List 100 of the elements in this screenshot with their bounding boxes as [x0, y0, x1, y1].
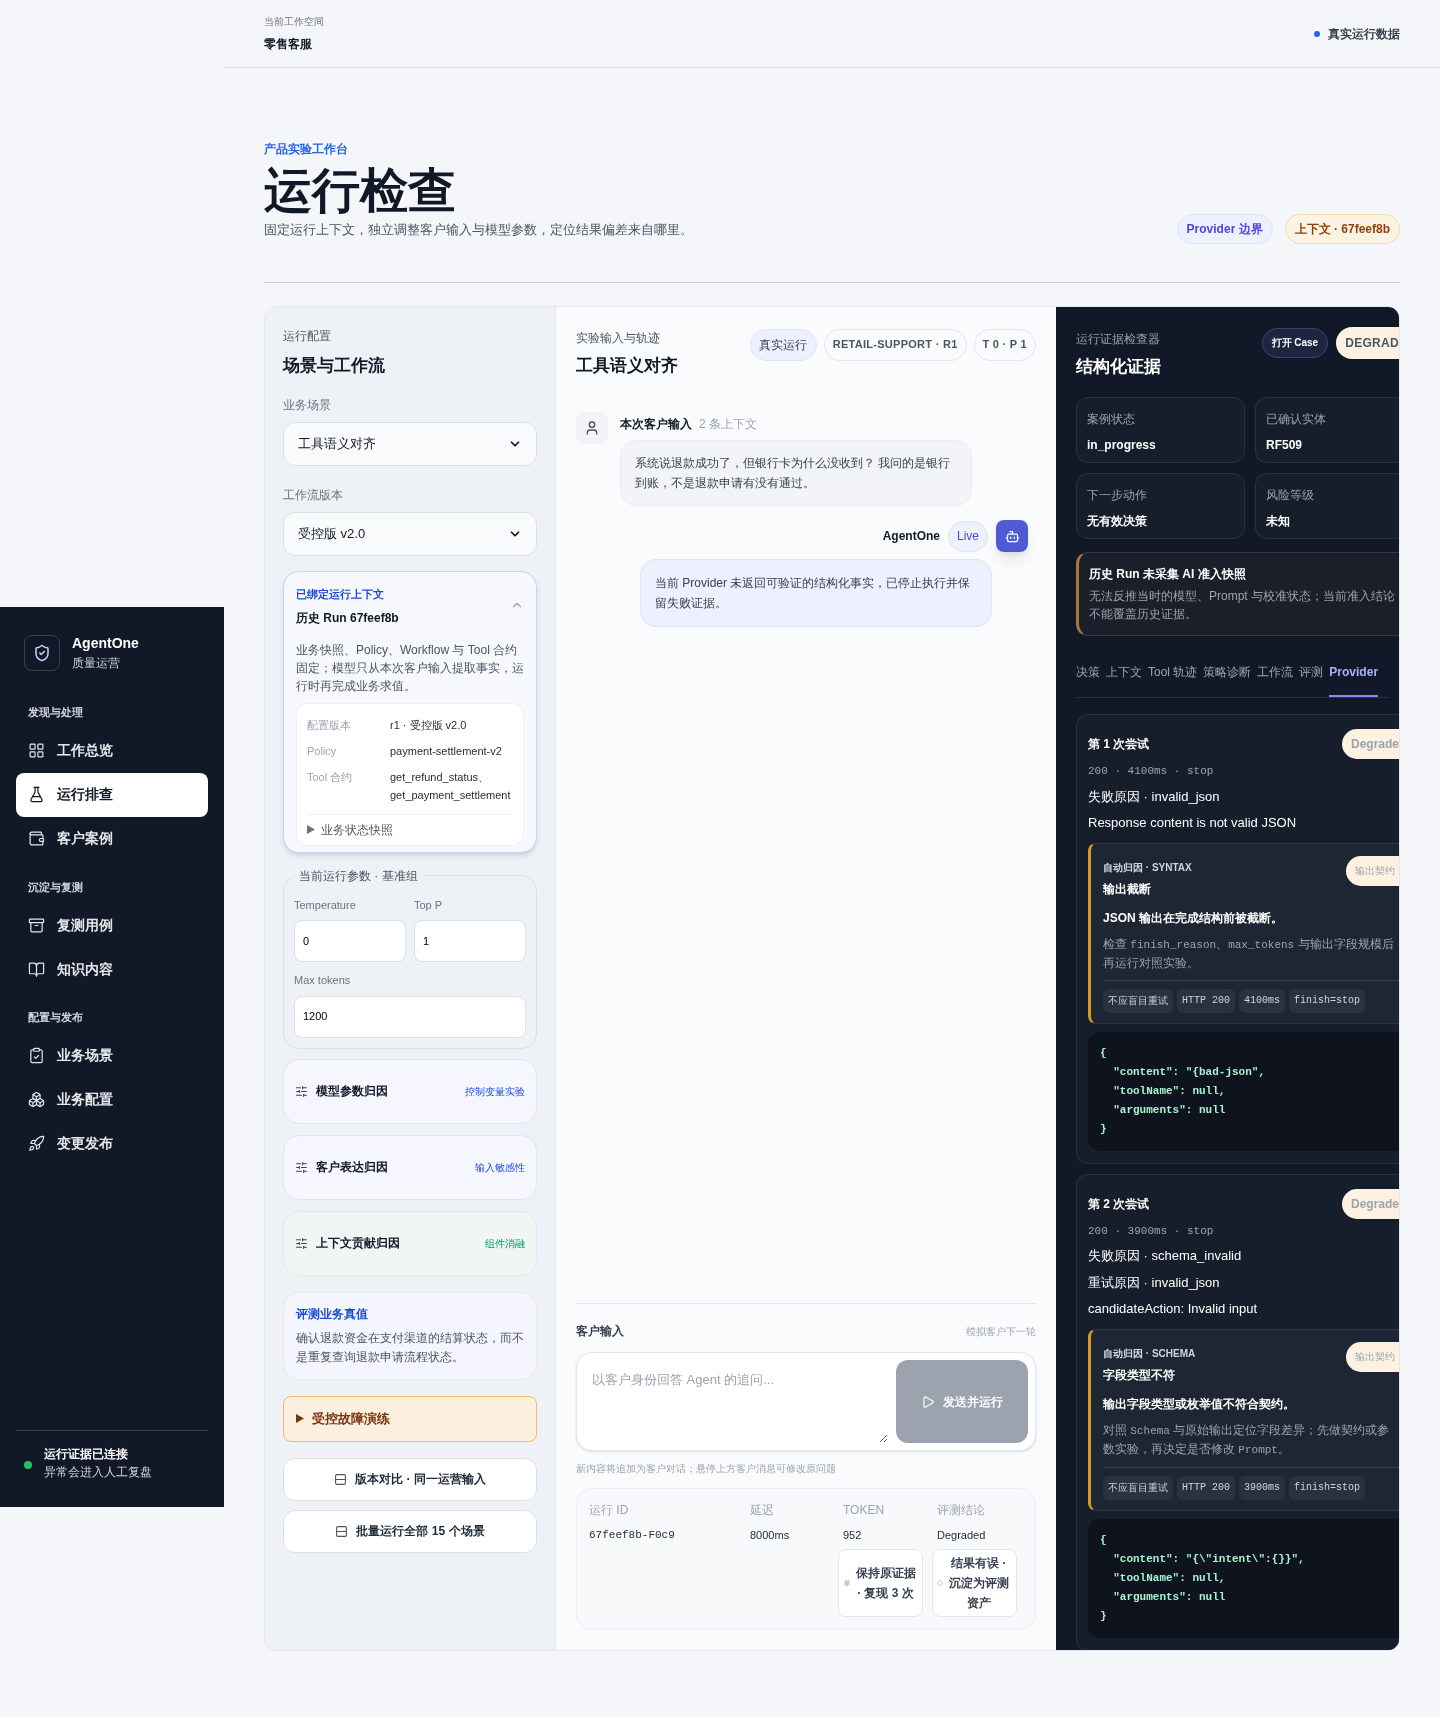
diagnosis-detail: 检查 finish_reason、max_tokens 与输出字段规模后再运行对照实验。	[1103, 935, 1395, 972]
diagnosis-title: 字段类型不符	[1103, 1366, 1176, 1384]
grid-icon	[28, 742, 45, 759]
boxes-icon	[28, 1091, 45, 1108]
nav-item[interactable]: 运行排查	[16, 772, 208, 817]
attribution-title: 上下文贡献归因	[316, 1235, 400, 1252]
nav-item[interactable]: 变更发布	[16, 1121, 208, 1166]
attribution-link[interactable]: 控制变量实验	[465, 1083, 525, 1099]
tab[interactable]: 评测	[1299, 663, 1324, 697]
attribution-card[interactable]: 模型参数归因 控制变量实验	[283, 1058, 537, 1124]
chip: 3900ms	[1239, 1475, 1286, 1500]
nav-item[interactable]: 业务场景	[16, 1033, 208, 1078]
tab[interactable]: 决策	[1076, 663, 1100, 697]
action-button[interactable]: 版本对比 · 同一运营输入	[283, 1457, 537, 1501]
warning-title: 历史 Run 未采集 AI 准入快照	[1089, 566, 1247, 583]
chip: HTTP 200	[1177, 988, 1235, 1013]
flask-icon	[28, 786, 45, 803]
stat-value: Degraded	[937, 1528, 987, 1543]
chip: 4100ms	[1239, 988, 1286, 1013]
rows-icon	[334, 1472, 348, 1486]
nav-item[interactable]: 知识内容	[16, 947, 208, 991]
stat-value: 8000ms	[750, 1528, 791, 1543]
attempt-line: candidateAction: Invalid input	[1088, 1300, 1259, 1318]
status-badge: Degrade	[1341, 1188, 1399, 1219]
play-icon	[921, 1394, 935, 1409]
attribution-link[interactable]: 输入敏感性	[475, 1159, 525, 1175]
select-field[interactable]: 工具语义对齐	[283, 422, 537, 466]
detail-label: Policy	[307, 743, 338, 759]
rocket-icon	[28, 1135, 45, 1152]
tab[interactable]: 策略诊断	[1203, 663, 1252, 697]
nav-item[interactable]: 复测用例	[16, 903, 208, 947]
sliders-icon	[295, 1084, 308, 1098]
action-button[interactable]: 批量运行全部 15 个场景	[283, 1509, 537, 1553]
sliders-icon	[295, 1236, 308, 1250]
attempt-title: 第 2 次尝试	[1088, 1195, 1150, 1213]
panel-eyebrow: 运行配置	[283, 327, 332, 345]
sender-name: AgentOne	[882, 528, 940, 545]
stat-label: 延迟	[750, 1502, 775, 1519]
tab[interactable]: 上下文	[1106, 663, 1142, 697]
field-label: Temperature	[294, 897, 357, 913]
evidence-button[interactable]: 保持原证据 · 复现 3 次	[838, 1548, 923, 1617]
attempt-title: 第 1 次尝试	[1088, 736, 1150, 753]
section-label: 沉淀与复测	[27, 879, 84, 895]
fact-value: 无有效决策	[1087, 513, 1148, 530]
composer-label: 客户输入	[576, 1323, 624, 1340]
tab[interactable]: 工作流	[1257, 663, 1294, 697]
diagnosis-summary: 输出字段类型或枚举值不符合契约。	[1103, 1395, 1296, 1413]
drill-toggle[interactable]: 受控故障演练	[283, 1395, 537, 1442]
chip: 不应盲目重试	[1103, 988, 1173, 1013]
detail-label: Tool 合约	[307, 769, 354, 785]
detail-value: r1 · 受控版 v2.0	[390, 717, 467, 733]
contract-badge: 输出契约	[1346, 855, 1399, 886]
stat-label: 评测结论	[937, 1502, 986, 1519]
contract-badge: 输出契约	[1346, 1341, 1399, 1372]
snapshot-toggle[interactable]: 业务状态快照	[307, 813, 513, 839]
input-field[interactable]: 0	[294, 920, 406, 962]
open-case-button[interactable]: 打开 Case	[1261, 327, 1329, 358]
rows-icon	[335, 1524, 349, 1538]
attribution-link[interactable]: 组件消融	[485, 1235, 525, 1251]
diagnosis-eyebrow: 自动归因 · SYNTAX	[1103, 860, 1192, 875]
detail-value: get_refund_status、get_payment_settlement	[390, 769, 512, 803]
select-field[interactable]: 受控版 v2.0	[283, 512, 537, 556]
nav-item[interactable]: 客户案例	[16, 816, 208, 861]
tag: T 0 · P 1	[973, 328, 1036, 361]
fact-value: 未知	[1266, 513, 1291, 530]
truth-text: 确认退款资金在支付渠道的结算状态，而不是重复查询退款申请流程状态。	[296, 1329, 524, 1366]
input-field[interactable]: 1	[414, 920, 526, 962]
params-legend: 当前运行参数 · 基准组	[294, 866, 423, 885]
evidence-button[interactable]: 结果有误 · 沉淀为评测资产	[932, 1548, 1017, 1617]
input-field[interactable]: 1200	[294, 995, 526, 1038]
attribution-card[interactable]: 上下文贡献归因 组件消融	[283, 1210, 537, 1276]
status-note: 异常会进入人工复盘	[44, 1464, 152, 1481]
code-block: { "content": "{\"intent\":{}}", "toolName": null, "arguments": null }	[1088, 1518, 1399, 1638]
bot-avatar-icon	[996, 520, 1028, 552]
code-block: { "content": "{bad-json", "toolName": null, "arguments": null }	[1088, 1031, 1399, 1151]
tab[interactable]: Tool 轨迹	[1148, 663, 1198, 697]
section-label: 发现与处理	[27, 705, 84, 720]
diagnosis-title: 输出截断	[1103, 880, 1152, 898]
shield-logo-icon	[24, 634, 60, 671]
truth-title: 评测业务真值	[296, 1305, 369, 1323]
attempt-meta: 200 · 3900ms · stop	[1088, 1223, 1215, 1239]
composer-hint: 新内容将追加为客户对话；悬停上方客户消息可修改原问题	[576, 1462, 837, 1476]
page-eyebrow: 产品实验工作台	[264, 141, 349, 158]
diagnosis-eyebrow: 自动归因 · SCHEMA	[1103, 1346, 1196, 1361]
panel-title: 工具语义对齐	[576, 354, 678, 377]
panel-eyebrow: 运行证据检查器	[1076, 330, 1161, 348]
fact-label: 案例状态	[1087, 411, 1136, 428]
message-bubble: 当前 Provider 未返回可验证的结构化事实，已停止执行并保留失败证据。	[640, 559, 992, 627]
dot-icon	[937, 1579, 943, 1586]
attribution-title: 客户表达归因	[316, 1159, 388, 1176]
nav-item[interactable]: 工作总览	[16, 728, 208, 773]
attribution-card[interactable]: 客户表达归因 输入敏感性	[283, 1134, 537, 1200]
status-badge: DEGRAD	[1336, 326, 1399, 359]
fact-value: in_progress	[1087, 437, 1157, 454]
section-label: 配置与发布	[27, 1010, 84, 1025]
nav-item[interactable]: 业务配置	[16, 1077, 208, 1122]
field-label: Top P	[414, 897, 444, 913]
tab[interactable]: Provider	[1329, 663, 1379, 697]
live-badge: Live	[948, 520, 988, 552]
attribution-title: 模型参数归因	[316, 1083, 388, 1100]
